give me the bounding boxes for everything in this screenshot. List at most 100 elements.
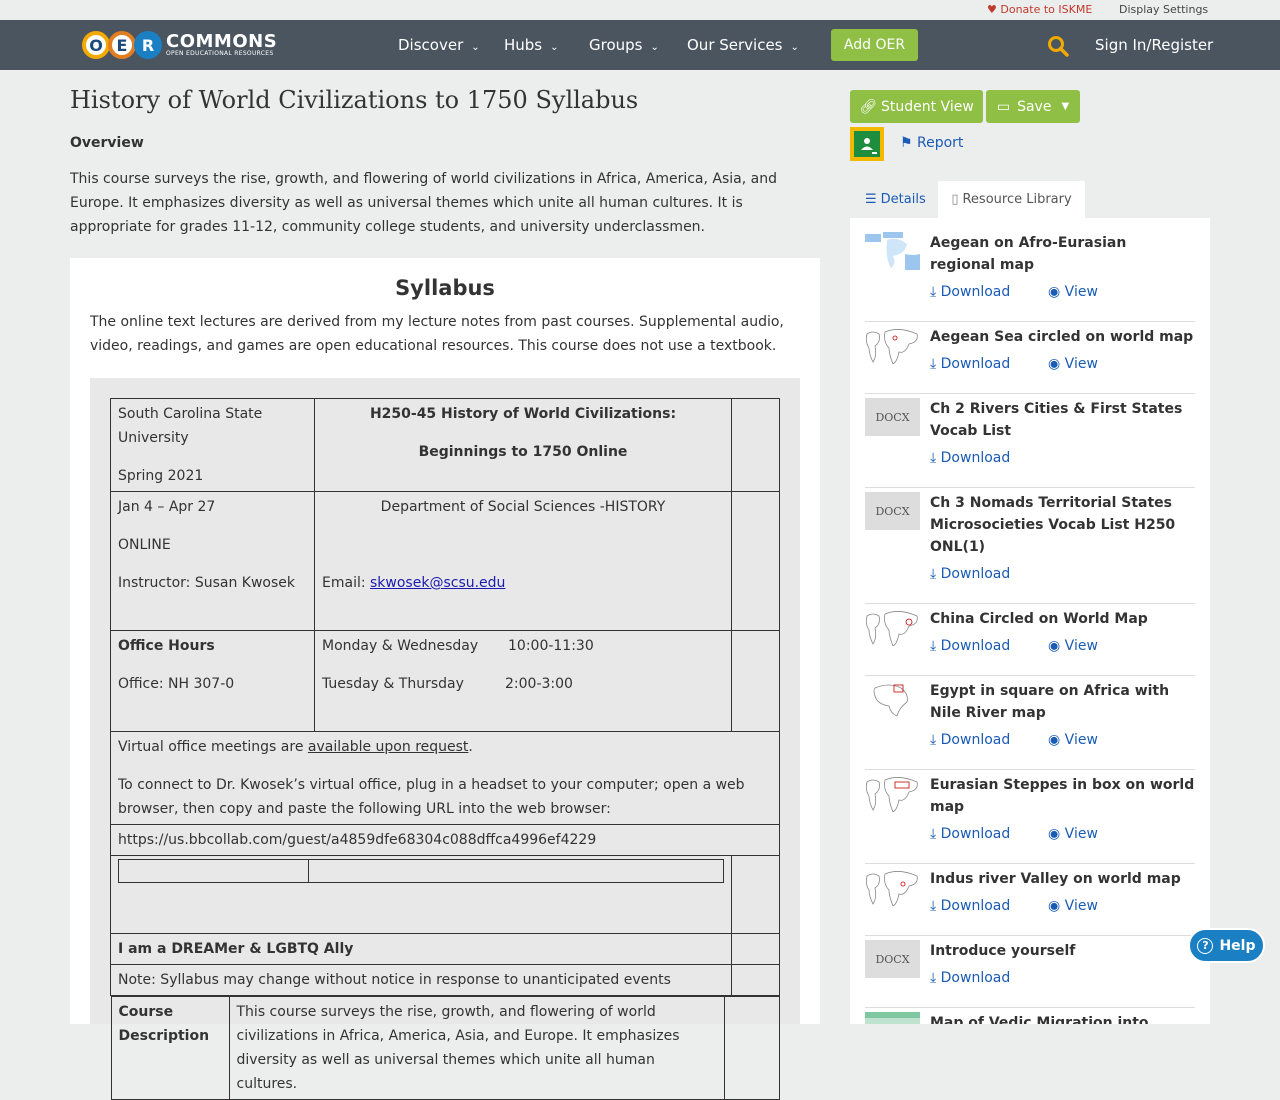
table-cell — [732, 965, 780, 996]
help-button[interactable]: ?Help — [1188, 928, 1265, 963]
save-button[interactable]: ▭Save▼ — [986, 90, 1080, 123]
instructor-name: Instructor: Susan Kwosek — [118, 571, 307, 595]
virtual-office-url[interactable]: https://us.bbcollab.com/guest/a4859dfe68… — [111, 825, 780, 856]
download-icon: ⤓ — [930, 566, 936, 582]
syllabus-document: South Carolina State University Spring 2… — [90, 378, 800, 1024]
nav-groups[interactable]: Groups⌄ — [589, 36, 659, 54]
resource-title[interactable]: Eurasian Steppes in box on world map — [930, 774, 1195, 818]
map-thumbnail[interactable] — [865, 868, 920, 906]
tab-library-label: Resource Library — [962, 192, 1071, 207]
resource-library-panel: Aegean on Afro-Eurasian regional map ⤓ D… — [850, 218, 1210, 1024]
eye-icon: ◉ — [1048, 638, 1060, 654]
resource-links: ⤓ Download ◉ View — [930, 826, 1010, 842]
tab-resource-library[interactable]: ▯Resource Library — [938, 181, 1085, 218]
course-title: H250-45 History of World Civilizations: — [322, 402, 724, 426]
list-icon: ☰ — [865, 192, 877, 207]
oer-commons-logo[interactable]: O E R COMMONS OPEN EDUCATIONAL RESOURCES — [82, 25, 277, 65]
download-link[interactable]: ⤓ Download — [930, 732, 1010, 748]
search-icon[interactable] — [1047, 35, 1069, 61]
resource-title[interactable]: Egypt in square on Africa with Nile Rive… — [930, 680, 1195, 724]
resource-title[interactable]: Ch 3 Nomads Territorial States Microsoci… — [930, 492, 1195, 558]
nav-discover[interactable]: Discover⌄ — [398, 36, 480, 54]
chevron-down-icon: ⌄ — [650, 42, 658, 53]
nav-hubs[interactable]: Hubs⌄ — [504, 36, 559, 54]
classroom-board — [854, 131, 880, 157]
download-link[interactable]: ⤓ Download — [930, 566, 1010, 582]
map-thumbnail[interactable] — [865, 680, 920, 718]
map-thumbnail[interactable] — [865, 774, 920, 812]
map-thumbnail[interactable] — [865, 326, 920, 364]
download-link[interactable]: ⤓ Download — [930, 284, 1010, 300]
office-hours-label: Office Hours — [118, 634, 307, 658]
email-link[interactable]: skwosek@scsu.edu — [370, 575, 505, 591]
syllabus-card: Syllabus The online text lectures are de… — [70, 258, 820, 1024]
table-row: I am a DREAMer & LGBTQ Ally — [111, 934, 780, 965]
report-link[interactable]: ⚑ Report — [900, 135, 963, 151]
office-hours-time: 2:00-3:00 — [505, 676, 573, 692]
download-link[interactable]: ⤓ Download — [930, 356, 1010, 372]
download-link[interactable]: ⤓ Download — [930, 970, 1010, 986]
table-row: Office Hours Office: NH 307-0 Monday & W… — [111, 631, 780, 732]
view-link[interactable]: ◉ View — [1048, 898, 1098, 914]
donate-link[interactable]: ♥ Donate to ISKME — [987, 3, 1092, 16]
docx-thumbnail[interactable]: DOCX — [865, 940, 920, 978]
resource-title[interactable]: Aegean on Afro-Eurasian regional map — [930, 232, 1195, 276]
table-cell: Department of Social Sciences -HISTORY E… — [315, 492, 732, 631]
resource-title[interactable]: China Circled on World Map — [930, 608, 1195, 630]
google-classroom-icon[interactable] — [850, 127, 884, 161]
view-label: View — [1065, 638, 1098, 654]
display-settings-link[interactable]: Display Settings — [1119, 3, 1208, 16]
course-dates: Jan 4 – Apr 27 — [118, 495, 307, 519]
download-link[interactable]: ⤓ Download — [930, 826, 1010, 842]
logo-letter-e: E — [108, 31, 136, 59]
email-line: Email: skwosek@scsu.edu — [322, 571, 724, 595]
docx-thumbnail[interactable]: DOCX — [865, 398, 920, 436]
view-link[interactable]: ◉ View — [1048, 284, 1098, 300]
table-row: https://us.bbcollab.com/guest/a4859dfe68… — [111, 825, 780, 856]
save-label: Save — [1017, 99, 1051, 115]
resource-title[interactable]: Introduce yourself — [930, 940, 1195, 962]
resource-links: ⤓ Download ◉ View — [930, 356, 1010, 372]
syllabus-table: South Carolina State University Spring 2… — [110, 398, 780, 1100]
tab-details-label: Details — [881, 192, 926, 207]
list-item: Indus river Valley on world map ⤓ Downlo… — [865, 868, 1195, 936]
help-label: Help — [1219, 938, 1255, 954]
logo-letter-r: R — [134, 31, 162, 59]
sign-in-register-link[interactable]: Sign In/Register — [1095, 36, 1213, 54]
resource-title[interactable]: Aegean Sea circled on world map — [930, 326, 1195, 348]
map-thumbnail[interactable] — [865, 1012, 920, 1024]
download-link[interactable]: ⤓ Download — [930, 638, 1010, 654]
course-description-table: Course Description This course surveys t… — [111, 996, 780, 1100]
view-link[interactable]: ◉ View — [1048, 732, 1098, 748]
map-thumbnail[interactable] — [865, 608, 920, 646]
list-item: China Circled on World Map ⤓ Download ◉ … — [865, 608, 1195, 676]
caret-down-icon: ▼ — [1061, 101, 1069, 112]
table-row: Note: Syllabus may change without notice… — [111, 965, 780, 996]
view-link[interactable]: ◉ View — [1048, 826, 1098, 842]
tab-details[interactable]: ☰ Details — [850, 181, 938, 218]
map-thumbnail[interactable] — [865, 232, 920, 270]
resource-title[interactable]: Map of Vedic Migration into Northern — [930, 1012, 1195, 1024]
resource-title[interactable]: Indus river Valley on world map — [930, 868, 1195, 890]
nav-our-services[interactable]: Our Services⌄ — [687, 36, 799, 54]
download-label: Download — [941, 826, 1011, 842]
resource-title[interactable]: Ch 2 Rivers Cities & First States Vocab … — [930, 398, 1195, 442]
list-item: DOCX Ch 2 Rivers Cities & First States V… — [865, 398, 1195, 488]
student-view-button[interactable]: 🔗︎Student View — [850, 90, 983, 123]
eye-icon: ◉ — [1048, 356, 1060, 372]
view-label: View — [1065, 898, 1098, 914]
department: Department of Social Sciences -HISTORY — [322, 495, 724, 519]
table-cell — [724, 997, 779, 1100]
logo-tagline: OPEN EDUCATIONAL RESOURCES — [166, 51, 277, 57]
add-oer-button[interactable]: Add OER — [831, 29, 918, 61]
view-link[interactable]: ◉ View — [1048, 356, 1098, 372]
download-link[interactable]: ⤓ Download — [930, 898, 1010, 914]
docx-thumbnail[interactable]: DOCX — [865, 492, 920, 530]
resource-links: ⤓ Download ◉ View — [930, 732, 1010, 748]
table-row: Course Description This course surveys t… — [111, 996, 780, 1100]
download-link[interactable]: ⤓ Download — [930, 450, 1010, 466]
view-link[interactable]: ◉ View — [1048, 638, 1098, 654]
available-upon-request-link[interactable]: available upon request — [308, 739, 469, 755]
table-cell — [119, 860, 309, 883]
view-label: View — [1065, 732, 1098, 748]
